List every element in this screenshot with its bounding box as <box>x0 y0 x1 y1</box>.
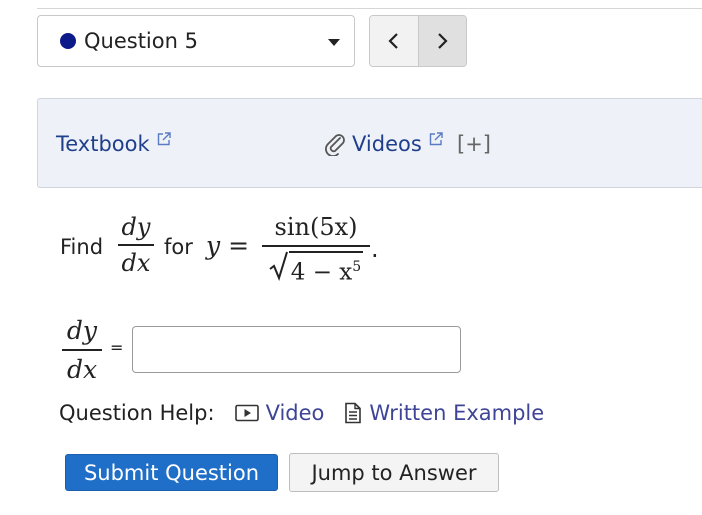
videos-link-label: Videos <box>352 132 422 156</box>
more-resources-toggle[interactable]: [+] <box>457 132 491 156</box>
fraction-bar <box>262 245 370 247</box>
fraction-bar <box>118 244 154 246</box>
answer-equals-sign: = <box>110 338 124 357</box>
radicand-base: 4 − x <box>290 259 353 286</box>
question-status-dot <box>60 33 76 49</box>
external-link-icon <box>157 132 171 146</box>
document-icon <box>345 402 362 424</box>
problem-period: . <box>371 235 379 263</box>
help-written-example-label: Written Example <box>369 401 545 425</box>
radical-sign-icon <box>269 251 288 281</box>
fraction-bar <box>62 349 102 351</box>
question-selector[interactable]: Question 5 <box>37 15 355 67</box>
fraction-denominator: dx <box>66 355 98 384</box>
videos-link[interactable]: Videos <box>324 132 444 156</box>
previous-question-button[interactable] <box>370 16 419 66</box>
radicand-exponent: 5 <box>352 259 362 275</box>
function-fraction: sin(5x) 4 − x5 <box>262 213 370 287</box>
question-selector-label: Question 5 <box>84 29 198 53</box>
textbook-link[interactable]: Textbook <box>56 132 172 156</box>
answer-derivative-fraction: dy dx <box>62 316 102 384</box>
problem-statement: Find dy dx for y = sin(5x) 4 − x5 . <box>60 213 460 293</box>
square-root: 4 − x5 <box>269 251 364 287</box>
function-y-equals: y = <box>206 231 250 260</box>
paperclip-icon <box>325 134 345 156</box>
next-question-button[interactable] <box>418 16 466 66</box>
question-nav <box>369 15 467 67</box>
derivative-fraction: dy dx <box>118 213 154 277</box>
textbook-link-label: Textbook <box>56 132 150 156</box>
help-written-example-link[interactable]: Written Example <box>344 401 544 425</box>
question-help-label: Question Help: <box>59 401 215 425</box>
chevron-left-icon <box>388 33 398 49</box>
chevron-down-icon <box>328 39 340 46</box>
answer-input[interactable] <box>132 326 461 373</box>
function-denominator: 4 − x5 <box>262 251 370 287</box>
question-help: Question Help: Video Written Example <box>59 398 544 428</box>
problem-for-text: for <box>164 235 193 259</box>
submit-question-button[interactable]: Submit Question <box>65 454 278 491</box>
function-numerator: sin(5x) <box>274 213 358 241</box>
problem-find-text: Find <box>60 235 104 259</box>
help-video-link[interactable]: Video <box>234 401 325 425</box>
help-video-label: Video <box>265 401 325 425</box>
fraction-numerator: dy <box>66 316 98 345</box>
answer-row: dy dx = <box>62 316 482 386</box>
jump-to-answer-button[interactable]: Jump to Answer <box>289 453 499 492</box>
fraction-numerator: dy <box>121 213 151 241</box>
video-play-icon <box>234 404 259 422</box>
top-divider <box>37 8 702 9</box>
resources-panel: Textbook Videos [+] <box>37 98 702 188</box>
fraction-denominator: dx <box>121 249 151 277</box>
chevron-right-icon <box>438 33 448 49</box>
radicand: 4 − x5 <box>288 251 364 287</box>
external-link-icon <box>429 132 443 146</box>
